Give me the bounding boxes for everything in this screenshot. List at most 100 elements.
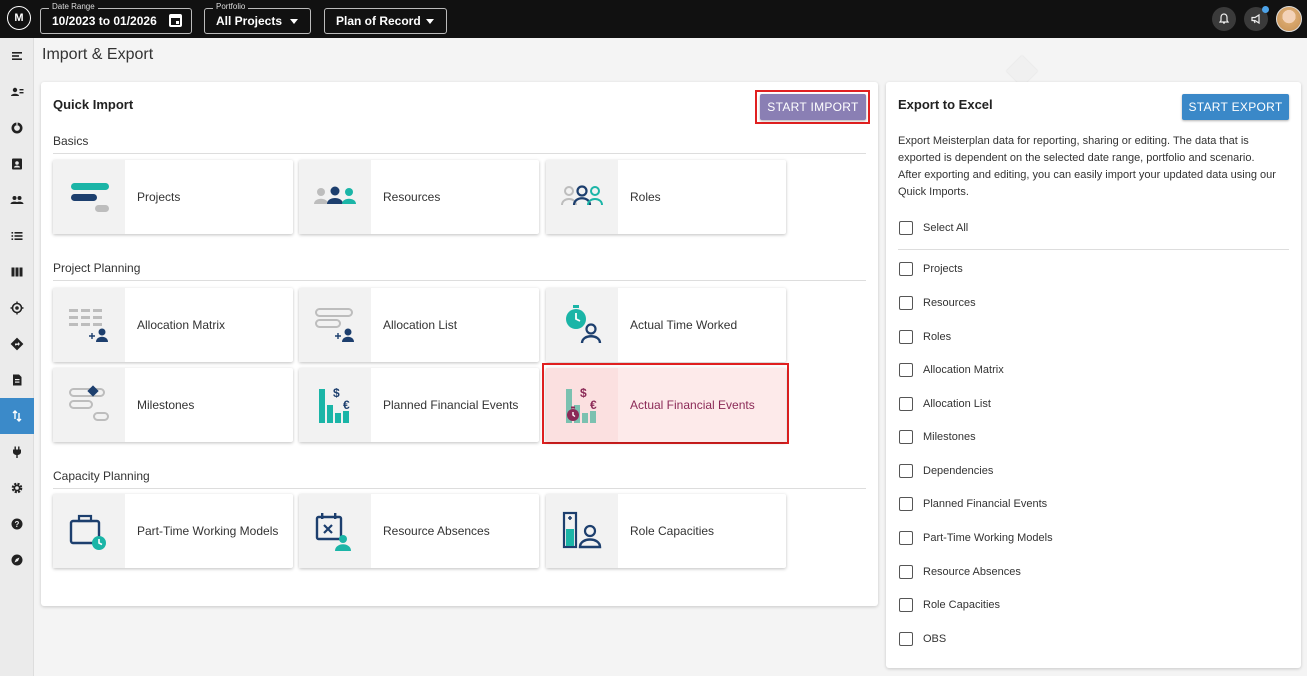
app-logo[interactable]: M (7, 6, 31, 30)
import-card-planned-financial-events[interactable]: $ € Planned Financial Events (299, 368, 539, 442)
checkbox[interactable] (899, 221, 913, 235)
section-divider (53, 153, 866, 154)
plug-icon (13, 446, 21, 458)
sidebar-item-teams[interactable] (0, 182, 34, 218)
export-option-planned-financial-events[interactable]: Planned Financial Events (899, 497, 1047, 511)
start-export-button[interactable]: START EXPORT (1182, 94, 1289, 120)
export-option-dependencies[interactable]: Dependencies (899, 464, 993, 478)
export-option-part-time-working-models[interactable]: Part-Time Working Models (899, 531, 1053, 545)
resources-icon (314, 186, 356, 204)
import-export-icon (12, 410, 22, 422)
checkbox[interactable] (899, 262, 913, 276)
checkbox-label: Allocation Matrix (923, 364, 1004, 376)
sidebar-item-list[interactable] (0, 218, 34, 254)
compass-icon (11, 554, 23, 566)
page-title: Import & Export (42, 46, 154, 63)
card-label: Projects (137, 190, 181, 204)
checkbox[interactable] (899, 296, 913, 310)
checkbox-label: Projects (923, 263, 963, 275)
actual-financial-events-icon: $€ (566, 386, 597, 423)
portfolio-legend: Portfolio (213, 2, 249, 11)
card-label: Resource Absences (383, 524, 490, 538)
checkbox[interactable] (899, 497, 913, 511)
sidebar-item-import-export[interactable] (0, 398, 34, 434)
svg-text:$: $ (580, 386, 587, 400)
sidebar-item-settings[interactable] (0, 470, 34, 506)
list-icon (11, 232, 23, 240)
sidebar-item-help[interactable]: ? (0, 506, 34, 542)
import-card-milestones[interactable]: Milestones (53, 368, 293, 442)
card-label: Part-Time Working Models (137, 524, 279, 538)
start-import-button[interactable]: START IMPORT (760, 94, 866, 120)
export-title: Export to Excel (898, 97, 993, 112)
scenario-select[interactable]: Plan of Record (324, 8, 447, 34)
checkbox[interactable] (899, 464, 913, 478)
chevron-down-icon (426, 19, 434, 24)
import-card-roles[interactable]: Roles (546, 160, 786, 234)
date-range-field[interactable]: Date Range 10/2023 to 01/2026 (40, 2, 192, 34)
export-option-resource-absences[interactable]: Resource Absences (899, 565, 1021, 579)
menu-icon (12, 52, 22, 60)
sidebar-item-dashboard[interactable] (0, 110, 34, 146)
checkbox[interactable] (899, 531, 913, 545)
import-card-allocation-list[interactable]: Allocation List (299, 288, 539, 362)
card-label: Resources (383, 190, 441, 204)
section-divider (53, 280, 866, 281)
export-option-allocation-list[interactable]: Allocation List (899, 397, 991, 411)
export-option-allocation-matrix[interactable]: Allocation Matrix (899, 363, 1004, 377)
export-option-projects[interactable]: Projects (899, 262, 963, 276)
sidebar-item-explore[interactable] (0, 542, 34, 578)
import-card-part-time-working-models[interactable]: Part-Time Working Models (53, 494, 293, 568)
checkbox-label: Dependencies (923, 465, 994, 477)
notifications-button[interactable] (1212, 7, 1236, 31)
export-option-obs[interactable]: OBS (899, 632, 946, 646)
sidebar-item-reports[interactable] (0, 362, 34, 398)
section-title-project-planning: Project Planning (53, 261, 141, 275)
sidebar-item-menu[interactable] (0, 38, 34, 74)
portfolio-select[interactable]: Portfolio All Projects (204, 2, 311, 34)
import-card-resource-absences[interactable]: Resource Absences (299, 494, 539, 568)
card-label: Role Capacities (630, 524, 715, 538)
import-card-role-capacities[interactable]: Role Capacities (546, 494, 786, 568)
export-option-roles[interactable]: Roles (899, 330, 951, 344)
checkbox[interactable] (899, 363, 913, 377)
sidebar-item-roadmap[interactable] (0, 326, 34, 362)
export-option-resources[interactable]: Resources (899, 296, 976, 310)
sidebar-item-profiles[interactable] (0, 146, 34, 182)
sidebar-item-board[interactable] (0, 254, 34, 290)
card-label: Milestones (137, 398, 195, 412)
svg-text:$: $ (333, 386, 340, 400)
user-avatar[interactable] (1276, 6, 1302, 32)
projects-icon (71, 183, 109, 212)
checkbox[interactable] (899, 330, 913, 344)
sidebar: ? (0, 38, 34, 676)
import-card-allocation-matrix[interactable]: Allocation Matrix (53, 288, 293, 362)
actual-time-worked-icon (566, 305, 602, 344)
columns-icon (11, 267, 23, 277)
section-divider (53, 488, 866, 489)
import-card-projects[interactable]: Projects (53, 160, 293, 234)
checkbox[interactable] (899, 565, 913, 579)
import-card-actual-time-worked[interactable]: Actual Time Worked (546, 288, 786, 362)
sidebar-item-targets[interactable] (0, 290, 34, 326)
checkbox[interactable] (899, 397, 913, 411)
announcements-button[interactable] (1244, 6, 1269, 31)
section-title-basics: Basics (53, 134, 89, 148)
milestones-icon (69, 385, 109, 421)
checkbox-label: Roles (923, 331, 952, 343)
card-label: Actual Time Worked (630, 318, 738, 332)
export-option-role-capacities[interactable]: Role Capacities (899, 598, 1000, 612)
sidebar-item-integrations[interactable] (0, 434, 34, 470)
import-card-actual-financial-events[interactable]: $ € Actual Financial Events (546, 368, 786, 442)
export-option-select-all[interactable]: Select All (899, 221, 968, 235)
checkbox[interactable] (899, 632, 913, 646)
sidebar-item-resources[interactable] (0, 74, 34, 110)
card-label: Allocation Matrix (137, 318, 226, 332)
export-option-milestones[interactable]: Milestones (899, 430, 976, 444)
calendar-icon[interactable] (169, 14, 182, 27)
import-card-resources[interactable]: Resources (299, 160, 539, 234)
checkbox[interactable] (899, 430, 913, 444)
svg-text:€: € (590, 398, 597, 412)
part-time-working-models-icon (69, 514, 106, 550)
checkbox[interactable] (899, 598, 913, 612)
